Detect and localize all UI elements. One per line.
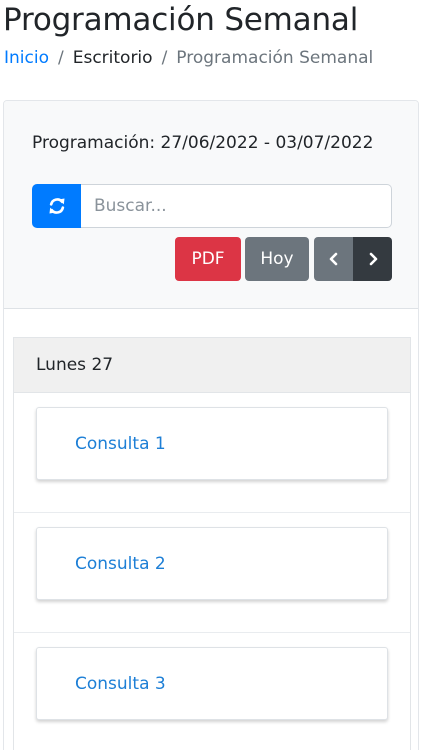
next-week-button[interactable] (353, 237, 392, 281)
appointment-link[interactable]: Consulta 2 (75, 554, 166, 574)
week-nav-group (314, 237, 392, 281)
breadcrumb-separator: / (57, 48, 64, 68)
breadcrumb-escritorio[interactable]: Escritorio (73, 48, 153, 68)
pdf-button[interactable]: PDF (175, 237, 241, 281)
schedule-slot: Consulta 2 (14, 513, 410, 633)
appointment-card[interactable]: Consulta 2 (36, 527, 388, 600)
previous-week-button[interactable] (314, 237, 353, 281)
chevron-right-icon (369, 252, 377, 266)
schedule-slot: Consulta 1 (14, 393, 410, 513)
appointment-card[interactable]: Consulta 3 (36, 647, 388, 720)
appointment-card[interactable]: Consulta 1 (36, 407, 388, 480)
day-panel-monday: Lunes 27 Consulta 1 Consulta 2 Consulta … (13, 337, 411, 750)
breadcrumb: Inicio / Escritorio / Programación Seman… (4, 48, 373, 68)
breadcrumb-separator: / (161, 48, 168, 68)
breadcrumb-current: Programación Semanal (176, 48, 374, 68)
today-button[interactable]: Hoy (245, 237, 309, 281)
appointment-link[interactable]: Consulta 3 (75, 674, 166, 694)
refresh-icon (49, 198, 64, 214)
appointment-link[interactable]: Consulta 1 (75, 434, 166, 454)
page-title: Programación Semanal (3, 2, 359, 38)
schedule-slot: Consulta 3 (14, 633, 410, 750)
schedule-card-header: Programación: 27/06/2022 - 03/07/2022 PD… (4, 101, 418, 309)
chevron-left-icon (329, 252, 337, 266)
schedule-card: Programación: 27/06/2022 - 03/07/2022 PD… (3, 100, 419, 750)
refresh-button[interactable] (32, 184, 81, 228)
search-input[interactable] (81, 184, 392, 228)
search-group (32, 184, 392, 228)
day-header: Lunes 27 (14, 338, 410, 393)
breadcrumb-inicio-link[interactable]: Inicio (4, 48, 49, 68)
period-label: Programación: 27/06/2022 - 03/07/2022 (32, 133, 374, 153)
